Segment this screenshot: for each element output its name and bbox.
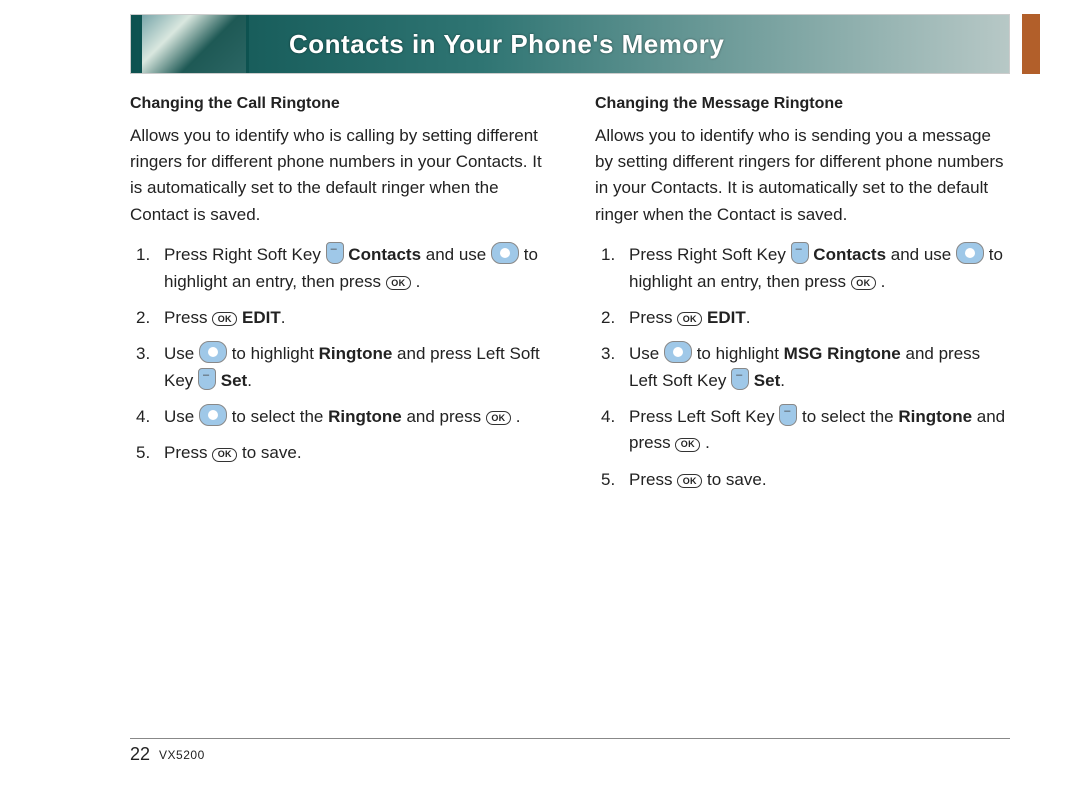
left-soft-key-icon <box>779 404 797 426</box>
right-intro: Allows you to identify who is sending yo… <box>595 123 1010 228</box>
right-step-2: 2. Press OK EDIT. <box>629 305 1010 331</box>
nav-ring-icon <box>491 242 519 264</box>
nav-ring-icon <box>199 341 227 363</box>
ok-key-icon: OK <box>675 438 700 452</box>
right-step-1: 1. Press Right Soft Key Contacts and use… <box>629 242 1010 295</box>
right-step-4: 4. Press Left Soft Key to select the Rin… <box>629 404 1010 457</box>
model-name: VX5200 <box>159 748 205 762</box>
page-number: 22 <box>130 744 150 764</box>
right-step-5: 5. Press OK to save. <box>629 467 1010 493</box>
side-accent-bar <box>1022 14 1040 74</box>
right-soft-key-icon <box>326 242 344 264</box>
left-step-4: 4. Use to select the Ringtone and press … <box>164 404 545 430</box>
ok-key-icon: OK <box>677 312 702 326</box>
ok-key-icon: OK <box>386 276 411 290</box>
ok-key-icon: OK <box>212 448 237 462</box>
left-step-3: 3. Use to highlight Ringtone and press L… <box>164 341 545 394</box>
nav-ring-icon <box>664 341 692 363</box>
ok-key-icon: OK <box>677 474 702 488</box>
right-step-3: 3. Use to highlight MSG Ringtone and pre… <box>629 341 1010 394</box>
left-heading: Changing the Call Ringtone <box>130 92 545 117</box>
banner-photo <box>139 15 249 73</box>
footer-rule <box>130 738 1010 739</box>
right-heading: Changing the Message Ringtone <box>595 92 1010 117</box>
left-steps: 1. Press Right Soft Key Contacts and use… <box>130 242 545 466</box>
ok-key-icon: OK <box>212 312 237 326</box>
chapter-title: Contacts in Your Phone's Memory <box>289 29 724 60</box>
right-steps: 1. Press Right Soft Key Contacts and use… <box>595 242 1010 493</box>
ok-key-icon: OK <box>486 411 511 425</box>
right-soft-key-icon <box>791 242 809 264</box>
left-step-2: 2. Press OK EDIT. <box>164 305 545 331</box>
left-step-1: 1. Press Right Soft Key Contacts and use… <box>164 242 545 295</box>
ok-key-icon: OK <box>851 276 876 290</box>
left-intro: Allows you to identify who is calling by… <box>130 123 545 228</box>
left-step-5: 5. Press OK to save. <box>164 440 545 466</box>
nav-ring-icon <box>199 404 227 426</box>
content-columns: Changing the Call Ringtone Allows you to… <box>130 92 1010 503</box>
page-footer: 22 VX5200 <box>130 744 205 765</box>
left-soft-key-icon <box>198 368 216 390</box>
left-soft-key-icon <box>731 368 749 390</box>
chapter-banner: Contacts in Your Phone's Memory <box>130 14 1010 74</box>
left-column: Changing the Call Ringtone Allows you to… <box>130 92 545 503</box>
right-column: Changing the Message Ringtone Allows you… <box>595 92 1010 503</box>
nav-ring-icon <box>956 242 984 264</box>
